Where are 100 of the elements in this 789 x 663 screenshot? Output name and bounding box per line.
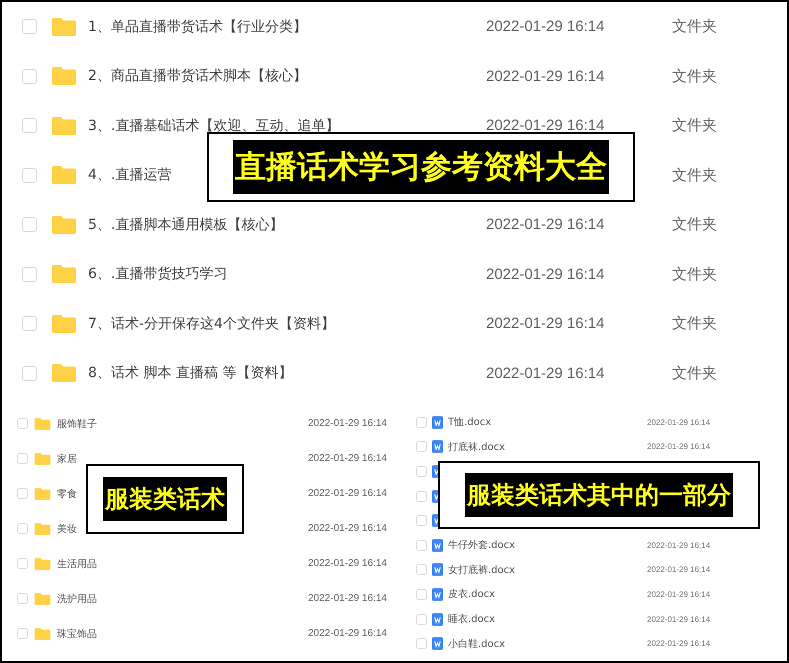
checkbox[interactable] (416, 614, 427, 625)
folder-icon (51, 165, 77, 186)
modified-date: 2022-01-29 16:14 (647, 590, 710, 599)
file-type: 文件夹 (672, 264, 717, 284)
folder-name[interactable]: 8、话术 脚本 直播稿 等【资料】 (88, 365, 292, 382)
checkbox[interactable] (17, 453, 28, 464)
modified-date: 2022-01-29 16:14 (486, 117, 606, 134)
file-type: 文件夹 (672, 66, 717, 86)
checkbox[interactable] (416, 540, 427, 551)
modified-date: 2022-01-29 16:14 (647, 418, 710, 427)
folder-icon (34, 556, 51, 570)
checkbox[interactable] (22, 316, 37, 332)
folder-name[interactable]: 7、话术-分开保存这4个文件夹【资料】 (88, 316, 335, 332)
folder-name[interactable]: 3、.直播基础话术【欢迎、互动、追单】 (88, 118, 340, 134)
document-icon (432, 612, 443, 626)
folder-icon (51, 264, 77, 284)
folder-icon (51, 214, 77, 235)
file-type: 文件夹 (672, 116, 717, 136)
modified-date: 2022-01-29 16:14 (647, 614, 710, 624)
folder-name[interactable]: 家居 (57, 454, 77, 464)
modified-date: 2022-01-29 16:14 (308, 418, 387, 429)
folder-icon (34, 626, 51, 640)
checkbox[interactable] (22, 19, 37, 34)
checkbox[interactable] (22, 366, 37, 381)
folder-name[interactable]: 5、.直播脚本通用模板【核心】 (88, 216, 284, 233)
checkbox[interactable] (17, 558, 28, 569)
folder-icon (34, 416, 51, 430)
folder-icon (34, 592, 51, 606)
checkbox[interactable] (416, 515, 427, 526)
modified-date: 2022-01-29 16:14 (486, 216, 606, 234)
checkbox[interactable] (17, 628, 28, 639)
file-type: 文件夹 (672, 364, 717, 383)
callout-label: 直播话术学习参考资料大全 (233, 140, 609, 194)
file-name[interactable]: 打底袜.docx (448, 442, 506, 453)
document-icon (432, 637, 443, 650)
document-icon (432, 416, 443, 429)
modified-date: 2022-01-29 16:14 (647, 565, 710, 574)
callout-label: 服装类话术 (103, 477, 227, 521)
checkbox[interactable] (22, 217, 37, 232)
folder-icon (34, 486, 51, 500)
checkbox[interactable] (416, 490, 427, 502)
folder-icon (51, 363, 77, 384)
file-name[interactable]: 女打底裤.docx (448, 564, 516, 576)
folder-name[interactable]: 6、.直播带货技巧学习 (88, 266, 228, 282)
folder-icon (51, 116, 77, 136)
folder-name[interactable]: 零食 (57, 488, 77, 500)
checkbox[interactable] (17, 593, 28, 604)
folder-icon (51, 16, 77, 37)
checkbox[interactable] (416, 416, 427, 428)
modified-date: 2022-01-29 16:14 (486, 315, 606, 332)
folder-name[interactable]: 洗护用品 (57, 594, 97, 604)
checkbox[interactable] (416, 441, 427, 452)
file-name[interactable]: 皮衣.docx (448, 589, 496, 600)
checkbox[interactable] (22, 266, 37, 282)
file-type: 文件夹 (672, 215, 717, 234)
folder-name[interactable]: 珠宝饰品 (57, 628, 97, 640)
callout-label: 服装类话术其中的一部分 (465, 473, 733, 517)
file-name[interactable]: T恤.docx (448, 417, 492, 428)
folder-name[interactable]: 2、商品直播带货话术脚本【核心】 (88, 68, 307, 84)
checkbox[interactable] (416, 564, 427, 576)
folder-icon (34, 452, 51, 466)
folder-icon (51, 314, 77, 334)
modified-date: 2022-01-29 16:14 (647, 540, 710, 550)
checkbox[interactable] (17, 523, 28, 534)
checkbox[interactable] (22, 118, 37, 134)
document-icon (432, 588, 443, 601)
modified-date: 2022-01-29 16:14 (308, 488, 387, 499)
file-name[interactable]: 睡衣.docx (448, 614, 496, 626)
checkbox[interactable] (22, 68, 37, 84)
modified-date: 2022-01-29 16:14 (308, 453, 387, 464)
checkbox[interactable] (22, 168, 37, 183)
modified-date: 2022-01-29 16:14 (647, 639, 710, 648)
modified-date: 2022-01-29 16:14 (486, 18, 606, 36)
folder-name[interactable]: 服饰鞋子 (57, 418, 97, 430)
file-type: 文件夹 (672, 17, 717, 36)
modified-date: 2022-01-29 16:14 (308, 523, 387, 534)
checkbox[interactable] (416, 638, 427, 650)
file-name[interactable]: 小白鞋.docx (448, 638, 506, 650)
folder-icon (51, 66, 77, 86)
checkbox[interactable] (17, 488, 28, 499)
folder-name[interactable]: 美妆 (57, 524, 77, 534)
modified-date: 2022-01-29 16:14 (308, 628, 387, 639)
modified-date: 2022-01-29 16:14 (486, 266, 606, 283)
file-type: 文件夹 (672, 166, 717, 185)
modified-date: 2022-01-29 16:14 (486, 364, 606, 382)
modified-date: 2022-01-29 16:14 (486, 68, 606, 85)
folder-name[interactable]: 4、.直播运营 (88, 167, 172, 184)
checkbox[interactable] (416, 588, 427, 600)
document-icon (432, 563, 443, 576)
document-icon (432, 440, 443, 454)
folder-name[interactable]: 生活用品 (57, 558, 97, 570)
folder-name[interactable]: 1、单品直播带货话术【行业分类】 (88, 18, 307, 35)
file-type: 文件夹 (672, 314, 717, 334)
folder-icon (34, 522, 51, 536)
document-icon (432, 538, 443, 552)
checkbox[interactable] (17, 418, 28, 429)
modified-date: 2022-01-29 16:14 (647, 442, 710, 452)
modified-date: 2022-01-29 16:14 (308, 558, 387, 569)
checkbox[interactable] (416, 466, 427, 477)
file-name[interactable]: 牛仔外套.docx (448, 540, 516, 552)
